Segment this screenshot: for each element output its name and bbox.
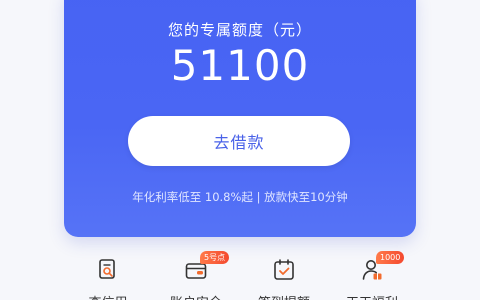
menu-label-sign-in-boost: 签到提额 (240, 292, 328, 300)
credit-limit-amount: 51100 (170, 41, 310, 90)
credit-limit-card: 您的专属额度（元） 51100 去借款 年化利率低至 10.8%起 | 放款快至… (64, 0, 416, 237)
quick-menu: 查信用 5号点 账户安全 签到提额 (64, 251, 416, 300)
menu-item-sign-in-boost[interactable]: 签到提额 (240, 252, 328, 300)
menu-item-check-credit[interactable]: 查信用 (64, 252, 152, 300)
menu-item-account-security[interactable]: 5号点 账户安全 (152, 251, 240, 300)
credit-limit-title: 您的专属额度（元） (167, 21, 312, 39)
menu-item-daily-benefits[interactable]: 1000 天天福利 (328, 251, 416, 300)
home-page: 您的专属额度（元） 51100 去借款 年化利率低至 10.8%起 | 放款快至… (0, 0, 480, 300)
badge-account-security: 5号点 (200, 251, 230, 264)
menu-label-check-credit: 查信用 (64, 292, 152, 300)
menu-label-daily-benefits: 天天福利 (328, 292, 416, 300)
menu-label-account-security: 账户安全 (152, 292, 240, 300)
badge-daily-benefits: 1000 (376, 251, 405, 264)
rate-note: 年化利率低至 10.8%起 | 放款快至10分钟 (132, 190, 348, 204)
borrow-button[interactable]: 去借款 (128, 116, 350, 166)
calendar-check-icon (274, 259, 294, 280)
credit-report-icon (99, 259, 115, 279)
